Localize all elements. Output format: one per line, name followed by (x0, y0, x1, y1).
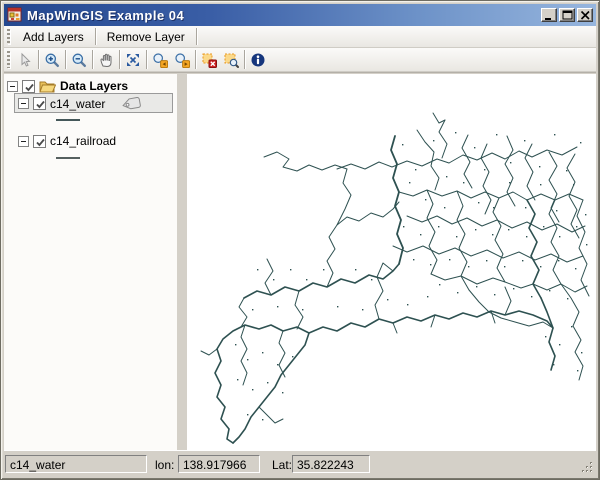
zoom-next-button[interactable] (171, 50, 193, 70)
status-layer-name: c14_water (10, 458, 66, 472)
resize-grip[interactable] (581, 461, 594, 474)
menu-bar: Add Layers Remove Layer (4, 26, 596, 48)
collapse-expander-icon[interactable] (18, 135, 29, 147)
status-lon-panel: 138.917966 (178, 455, 260, 473)
lon-value: 138.917966 (183, 458, 247, 472)
menu-separator (195, 28, 197, 45)
check-icon (25, 83, 34, 91)
tree-node-data-layers[interactable]: Data Layers (7, 79, 128, 93)
zoom-out-button[interactable] (68, 50, 90, 70)
tree-node-c14-railroad[interactable]: c14_railroad (18, 134, 116, 148)
c14-railroad-checkbox[interactable] (33, 134, 46, 148)
toolbar-separator (38, 50, 39, 69)
zoom-out-icon (72, 53, 87, 67)
tree-root-label: Data Layers (60, 79, 129, 93)
menu-add-layers[interactable]: Add Layers (14, 27, 93, 47)
menu-separator (94, 28, 96, 45)
folder-open-icon (39, 81, 56, 93)
pan-hand-icon (100, 53, 112, 67)
app-icon[interactable] (7, 7, 23, 23)
tree-node-c14-water[interactable]: c14_water (18, 96, 143, 111)
zoom-previous-button[interactable] (149, 50, 171, 70)
lat-label: Lat: (272, 458, 293, 472)
toolbar-separator (195, 50, 196, 69)
railroad-line-symbol (56, 157, 80, 159)
zoom-previous-icon (153, 52, 168, 68)
window-controls (541, 8, 593, 22)
toolbar-separator (65, 50, 66, 69)
zoom-in-icon (45, 53, 60, 67)
status-lat-panel: 35.822243 (292, 455, 370, 473)
toolbar-separator (92, 50, 93, 69)
minimize-button[interactable] (541, 8, 557, 22)
data-layers-checkbox[interactable] (22, 79, 35, 93)
legend-panel: Data Layers c14_water c14_railroad (4, 74, 177, 450)
minimize-icon (545, 18, 551, 20)
select-by-rectangle-icon (224, 53, 239, 68)
map-svg (200, 112, 590, 444)
cursor-tool-button[interactable] (14, 50, 36, 70)
menu-grip-handle[interactable] (7, 29, 10, 44)
title-bar: MapWinGIS Example 04 (4, 4, 596, 26)
toolbar-separator (119, 50, 120, 69)
lon-label: lon: (155, 458, 175, 472)
clear-selection-icon (202, 53, 217, 68)
client-area: Data Layers c14_water c14_railroad (4, 72, 596, 450)
map-canvas[interactable] (187, 74, 596, 450)
close-button[interactable] (577, 8, 593, 22)
status-layer-panel: c14_water (5, 455, 147, 473)
check-icon (36, 138, 45, 146)
tag-icon[interactable] (121, 96, 143, 111)
info-icon (251, 53, 265, 66)
zoom-in-button[interactable] (41, 50, 63, 70)
window-title: MapWinGIS Example 04 (27, 7, 185, 23)
splitter-handle[interactable] (177, 74, 187, 450)
collapse-expander-icon[interactable] (7, 80, 18, 92)
lat-value: 35.822243 (297, 458, 354, 472)
layer-label-c14-water: c14_water (50, 96, 106, 111)
toolbar-separator (244, 50, 245, 69)
status-bar: c14_water lon: 138.917966 Lat: 35.822243 (4, 450, 596, 476)
menu-remove-layer[interactable]: Remove Layer (98, 27, 194, 47)
collapse-expander-icon[interactable] (18, 98, 29, 109)
maximize-icon (562, 10, 573, 20)
info-button[interactable] (247, 50, 269, 70)
close-icon (580, 10, 590, 20)
c14-water-checkbox[interactable] (33, 97, 46, 110)
pan-button[interactable] (95, 50, 117, 70)
maximize-button[interactable] (559, 8, 575, 22)
water-line-symbol (56, 119, 80, 121)
layer-label-c14-railroad: c14_railroad (50, 134, 117, 148)
app-window: MapWinGIS Example 04 Add Layers Remove L… (0, 0, 600, 480)
select-by-rectangle-button[interactable] (220, 50, 242, 70)
toolbar-separator (146, 50, 147, 69)
tool-bar (4, 48, 596, 72)
check-icon (36, 100, 45, 109)
zoom-next-icon (175, 52, 190, 68)
clear-selection-button[interactable] (198, 50, 220, 70)
cursor-icon (21, 52, 31, 67)
zoom-full-extent-button[interactable] (122, 50, 144, 70)
toolbar-grip-handle[interactable] (7, 51, 10, 68)
zoom-full-extent-icon (127, 53, 139, 66)
